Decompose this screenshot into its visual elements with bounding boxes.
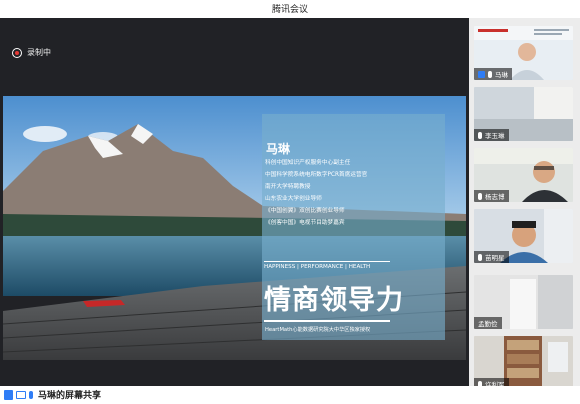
person-icon (478, 70, 485, 78)
speaker-info-panel: 马琳 科创中国知识产权服务中心副主任 中国科学院系统电所数字PCR首席运营官 南… (262, 114, 445, 340)
participant-name: 孟勤俭 (478, 320, 498, 328)
participant-tile[interactable]: 孟勤俭 (474, 275, 573, 329)
participant-name-bar: 杨志博 (474, 190, 509, 202)
participant-name: 李玉琳 (485, 132, 505, 140)
participant-tile[interactable]: 马琳 (474, 26, 573, 80)
screen-share-status[interactable]: 马琳的屏幕共享 (4, 388, 101, 401)
mic-icon (478, 192, 482, 200)
slide-tagline: HAPPINESS | PERFORMANCE | HEALTH (264, 261, 390, 270)
participant-name-bar: 马琳 (474, 68, 512, 80)
participant-list: 马琳 李玉琳 杨志博 苗明星 孟勤俭 许利军 (469, 18, 580, 390)
participant-name-bar: 孟勤俭 (474, 317, 502, 329)
participant-tile[interactable]: 许利军 (474, 336, 573, 390)
bio-line: 南开大学特聘教授 (265, 184, 311, 190)
recording-indicator[interactable]: 录制中 (12, 44, 51, 61)
presentation-slide: 马琳 科创中国知识产权服务中心副主任 中国科学院系统电所数字PCR首席运营官 南… (3, 96, 466, 360)
speaker-bio: 科创中国知识产权服务中心副主任 中国科学院系统电所数字PCR首席运营官 南开大学… (265, 157, 367, 229)
slide-footer: HeartMath心能数据研究院大中华区独家授权 (265, 327, 371, 333)
screen-icon (16, 390, 26, 399)
participant-tile[interactable]: 苗明星 (474, 209, 573, 263)
divider (264, 320, 390, 322)
title-bar: 腾讯会议 (0, 0, 580, 18)
bio-line: 《中国创翼》双创比赛创业导师 (265, 208, 345, 214)
share-icon (4, 389, 13, 400)
bio-line: 《创客中国》电视节目助梦嘉宾 (265, 220, 345, 226)
bio-line: 科创中国知识产权服务中心副主任 (265, 160, 351, 166)
record-icon (12, 47, 22, 58)
status-bar: 马琳的屏幕共享 (0, 386, 580, 404)
bio-line: 中国科学院系统电所数字PCR首席运营官 (265, 172, 368, 178)
participant-tile[interactable]: 杨志博 (474, 148, 573, 202)
bio-line: 山东农业大学创业导师 (265, 196, 322, 202)
participant-name: 苗明星 (485, 254, 505, 262)
shared-screen-area: 录制中 马琳 科创中国知识产权服务中心副主任 中国科学院系统电所数字PCR首席运… (0, 18, 469, 386)
mic-icon (478, 131, 482, 139)
speaker-name: 马琳 (266, 142, 291, 156)
mic-icon (29, 390, 33, 399)
screen-share-label: 马琳的屏幕共享 (38, 391, 102, 401)
participant-name: 杨志博 (485, 193, 505, 201)
app-title: 腾讯会议 (271, 5, 308, 15)
course-title: 情商领导力 (264, 285, 404, 316)
participant-name-bar: 李玉琳 (474, 129, 509, 141)
participant-name: 马琳 (495, 71, 508, 79)
mic-icon (488, 70, 492, 78)
participant-tile[interactable]: 李玉琳 (474, 87, 573, 141)
mic-icon (478, 253, 482, 261)
participant-name-bar: 苗明星 (474, 251, 509, 263)
recording-label: 录制中 (27, 48, 51, 57)
